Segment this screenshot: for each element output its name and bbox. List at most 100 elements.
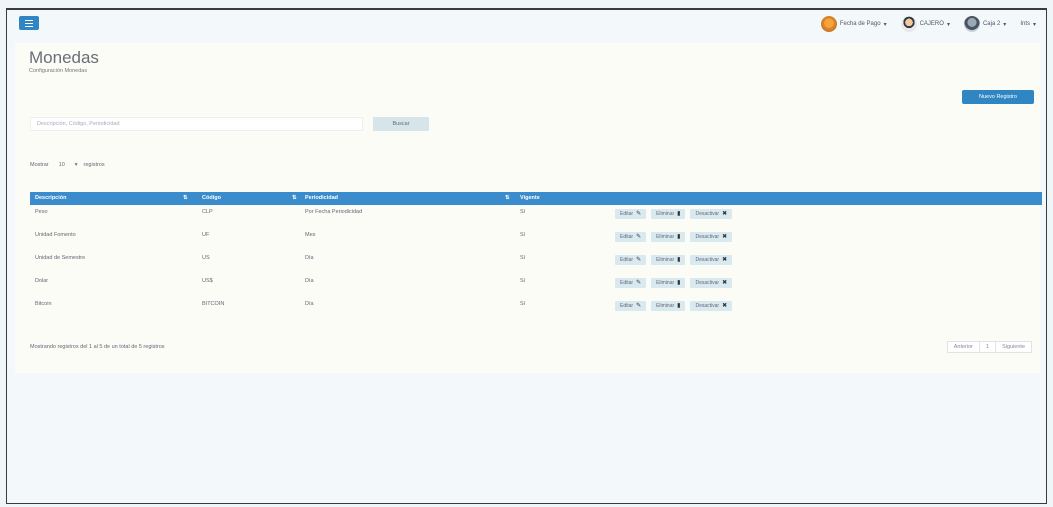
- delete-button[interactable]: Eliminar ▮: [651, 232, 686, 242]
- user-avatar-icon: [900, 16, 917, 32]
- top-bar: Fecha de Pago ▾ CAJERO ▾ Caja 2 ▾ Ints ▾: [7, 10, 1046, 46]
- page-size-select[interactable]: 10: [55, 162, 69, 168]
- cell-periodicity: Día: [305, 301, 314, 307]
- cell-active: Sí: [520, 232, 526, 238]
- trash-icon: ▮: [677, 280, 681, 286]
- cell-code: BITCOIN: [202, 301, 225, 307]
- cell-code: CLP: [202, 209, 213, 215]
- cell-active: Sí: [520, 209, 526, 215]
- register-avatar-icon: [963, 16, 980, 32]
- delete-button[interactable]: Eliminar ▮: [651, 209, 686, 219]
- delete-label: Eliminar: [656, 303, 675, 309]
- search-button[interactable]: Buscar: [373, 117, 429, 131]
- row-actions: Editar ✎ Eliminar ▮ Desactivar ✖: [615, 209, 733, 219]
- chevron-down-icon: ▾: [883, 21, 887, 28]
- cell-periodicity: Por Fecha Periodicidad: [305, 209, 363, 215]
- payment-date-menu[interactable]: Fecha de Pago ▾: [820, 16, 887, 32]
- table-row: Unidad Fomento UF Mes Sí Editar ✎ Elimina…: [30, 228, 1042, 251]
- column-header-periodicity[interactable]: Periodicidad: [305, 195, 338, 201]
- cell-description: Dolar: [35, 278, 49, 284]
- delete-button[interactable]: Eliminar ▮: [651, 255, 686, 265]
- add-record-button[interactable]: Nuevo Registro: [962, 90, 1034, 104]
- table-row: Unidad de Semestre US Día Sí Editar ✎ Eli…: [30, 251, 1042, 274]
- payment-date-label: Fecha de Pago: [839, 21, 881, 27]
- table-header: Descripción ⇅ Código ⇅ Periodicidad ⇅ Vi…: [30, 192, 1042, 205]
- disable-button[interactable]: Desactivar ✖: [690, 255, 733, 265]
- hamburger-icon: [25, 19, 33, 27]
- sort-icon: ⇅: [292, 195, 297, 201]
- disable-button[interactable]: Desactivar ✖: [690, 278, 733, 288]
- register-label: Caja 2: [982, 21, 1001, 27]
- close-icon: ✖: [722, 257, 728, 263]
- row-actions: Editar ✎ Eliminar ▮ Desactivar ✖: [615, 301, 733, 311]
- edit-button[interactable]: Editar ✎: [615, 255, 647, 265]
- edit-button[interactable]: Editar ✎: [615, 278, 647, 288]
- column-header-description[interactable]: Descripción: [35, 195, 66, 201]
- page-1-button[interactable]: 1: [980, 342, 997, 352]
- disable-button[interactable]: Desactivar ✖: [690, 232, 733, 242]
- chevron-down-icon: ▾: [1032, 21, 1036, 28]
- sort-icon: ⇅: [183, 195, 188, 201]
- prev-page-button[interactable]: Anterior: [948, 342, 980, 352]
- chevron-down-icon: ▾: [946, 21, 950, 28]
- page-title: Monedas: [29, 48, 99, 67]
- trash-icon: ▮: [677, 234, 681, 240]
- cell-code: US: [202, 255, 210, 261]
- next-page-button[interactable]: Siguiente: [996, 342, 1031, 352]
- table-row: Bitcoin BITCOIN Día Sí Editar ✎ Eliminar ▮…: [30, 297, 1042, 320]
- disable-label: Desactivar: [695, 211, 720, 217]
- records-summary: Mostrando registros del 1 al 5 de un tot…: [30, 344, 165, 350]
- delete-label: Eliminar: [656, 211, 675, 217]
- cell-active: Sí: [520, 301, 526, 307]
- show-prefix: Mostrar: [30, 162, 49, 168]
- row-actions: Editar ✎ Eliminar ▮ Desactivar ✖: [615, 255, 733, 265]
- sort-icon: ⇅: [505, 195, 510, 201]
- delete-button[interactable]: Eliminar ▮: [651, 278, 686, 288]
- cell-periodicity: Día: [305, 255, 314, 261]
- currency-table: Descripción ⇅ Código ⇅ Periodicidad ⇅ Vi…: [30, 192, 1042, 320]
- column-header-code[interactable]: Código: [202, 195, 221, 201]
- delete-label: Eliminar: [656, 257, 675, 263]
- search-input[interactable]: Descripción, Código, Periodicidad: [30, 117, 363, 131]
- close-icon: ✖: [722, 280, 728, 286]
- cell-code: UF: [202, 232, 210, 238]
- pencil-icon: ✎: [636, 211, 642, 217]
- edit-button[interactable]: Editar ✎: [615, 232, 647, 242]
- row-actions: Editar ✎ Eliminar ▮ Desactivar ✖: [615, 278, 733, 288]
- trash-icon: ▮: [677, 211, 681, 217]
- cell-description: Unidad de Semestre: [35, 255, 86, 261]
- cell-active: Sí: [520, 278, 526, 284]
- show-suffix: registros: [83, 162, 105, 168]
- delete-button[interactable]: Eliminar ▮: [651, 301, 686, 311]
- edit-label: Editar: [620, 211, 634, 217]
- extra-label: Ints: [1020, 21, 1030, 27]
- edit-button[interactable]: Editar ✎: [615, 209, 647, 219]
- user-label: CAJERO: [919, 21, 944, 27]
- pencil-icon: ✎: [636, 257, 642, 263]
- page-size-row: Mostrar 10 ▾ registros: [30, 162, 105, 168]
- trash-icon: ▮: [677, 257, 681, 263]
- table-row: Dolar US$ Día Sí Editar ✎ Eliminar ▮ Desac…: [30, 274, 1042, 297]
- app-window: Fecha de Pago ▾ CAJERO ▾ Caja 2 ▾ Ints ▾…: [6, 8, 1047, 504]
- table-row: Peso CLP Por Fecha Periodicidad Sí Edita…: [30, 205, 1042, 228]
- edit-label: Editar: [620, 303, 634, 309]
- column-header-active[interactable]: Vigente: [520, 195, 540, 201]
- edit-label: Editar: [620, 257, 634, 263]
- page-subtitle: Configuración Monedas: [29, 68, 88, 74]
- trash-icon: ▮: [677, 303, 681, 309]
- edit-button[interactable]: Editar ✎: [615, 301, 647, 311]
- pencil-icon: ✎: [636, 303, 642, 309]
- pencil-icon: ✎: [636, 280, 642, 286]
- user-menu: Fecha de Pago ▾ CAJERO ▾ Caja 2 ▾ Ints ▾: [820, 16, 1036, 32]
- close-icon: ✖: [722, 211, 728, 217]
- disable-button[interactable]: Desactivar ✖: [690, 301, 733, 311]
- cell-description: Peso: [35, 209, 48, 215]
- menu-toggle-button[interactable]: [19, 16, 39, 30]
- edit-label: Editar: [620, 234, 634, 240]
- user-profile-menu[interactable]: CAJERO ▾: [900, 16, 950, 32]
- close-icon: ✖: [722, 303, 728, 309]
- disable-button[interactable]: Desactivar ✖: [690, 209, 733, 219]
- extra-menu[interactable]: Ints ▾: [1020, 21, 1036, 28]
- register-menu[interactable]: Caja 2 ▾: [963, 16, 1006, 32]
- cashier-avatar-icon: [820, 16, 837, 32]
